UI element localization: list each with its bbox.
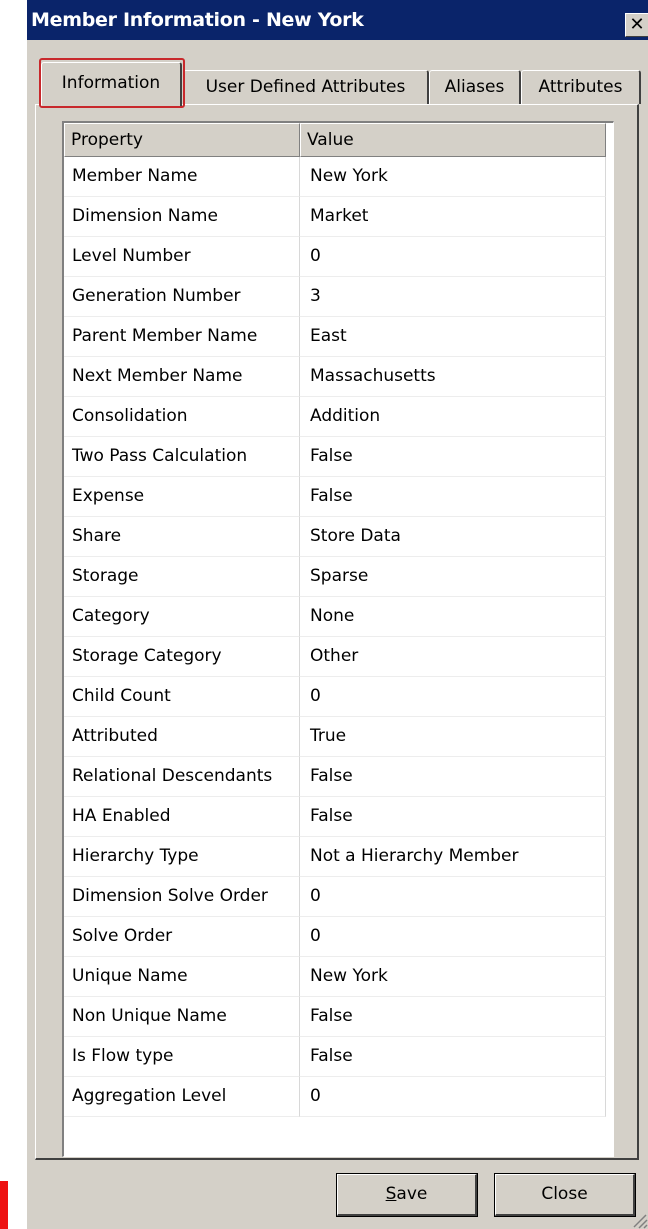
column-header-value[interactable]: Value xyxy=(300,123,606,157)
member-information-dialog: Member Information - New York ✕ Informat… xyxy=(26,0,648,1229)
property-cell: Hierarchy Type xyxy=(64,837,300,877)
value-cell: 0 xyxy=(300,877,606,917)
value-cell: Addition xyxy=(300,397,606,437)
property-cell: Expense xyxy=(64,477,300,517)
table-row[interactable]: Consolidation Addition xyxy=(64,397,613,437)
table-row[interactable]: Attributed True xyxy=(64,717,613,757)
property-cell: Aggregation Level xyxy=(64,1077,300,1117)
value-cell: False xyxy=(300,797,606,837)
property-cell: Category xyxy=(64,597,300,637)
save-mnemonic: S xyxy=(385,1184,397,1204)
save-label: ave xyxy=(396,1184,428,1204)
value-cell: True xyxy=(300,717,606,757)
property-cell: Consolidation xyxy=(64,397,300,437)
table-row[interactable]: Storage Sparse xyxy=(64,557,613,597)
value-cell: Market xyxy=(300,197,606,237)
property-cell: Attributed xyxy=(64,717,300,757)
property-cell: Share xyxy=(64,517,300,557)
value-cell: New York xyxy=(300,157,606,197)
title-bar: Member Information - New York ✕ xyxy=(27,0,648,40)
property-cell: Storage xyxy=(64,557,300,597)
property-cell: Is Flow type xyxy=(64,1037,300,1077)
red-marker xyxy=(0,1181,8,1229)
property-cell: Non Unique Name xyxy=(64,997,300,1037)
table-row[interactable]: Category None xyxy=(64,597,613,637)
table-row[interactable]: Child Count 0 xyxy=(64,677,613,717)
property-cell: Parent Member Name xyxy=(64,317,300,357)
table-row[interactable]: Relational Descendants False xyxy=(64,757,613,797)
value-cell: 0 xyxy=(300,237,606,277)
property-grid[interactable]: Property Value Member Name New York Dimens… xyxy=(62,121,614,1157)
value-cell: New York xyxy=(300,957,606,997)
value-cell: Not a Hierarchy Member xyxy=(300,837,606,877)
property-cell: Storage Category xyxy=(64,637,300,677)
table-row[interactable]: Level Number 0 xyxy=(64,237,613,277)
value-cell: Massachusetts xyxy=(300,357,606,397)
value-cell: Store Data xyxy=(300,517,606,557)
table-row[interactable]: Hierarchy Type Not a Hierarchy Member xyxy=(64,837,613,877)
table-row[interactable]: HA Enabled False xyxy=(64,797,613,837)
window-title: Member Information - New York xyxy=(31,9,364,31)
grid-header: Property Value xyxy=(64,123,613,157)
value-cell: 0 xyxy=(300,917,606,957)
value-cell: Other xyxy=(300,637,606,677)
tab-user-defined-attributes[interactable]: User Defined Attributes xyxy=(183,70,429,104)
property-cell: HA Enabled xyxy=(64,797,300,837)
table-row[interactable]: Next Member Name Massachusetts xyxy=(64,357,613,397)
table-row[interactable]: Aggregation Level 0 xyxy=(64,1077,613,1117)
grid-body: Member Name New York Dimension Name Market L… xyxy=(64,157,613,1117)
value-cell: False xyxy=(300,1037,606,1077)
table-row[interactable]: Storage Category Other xyxy=(64,637,613,677)
information-panel: Property Value Member Name New York Dimens… xyxy=(35,104,639,1160)
table-row[interactable]: Unique Name New York xyxy=(64,957,613,997)
table-row[interactable]: Solve Order 0 xyxy=(64,917,613,957)
value-cell: Sparse xyxy=(300,557,606,597)
value-cell: False xyxy=(300,437,606,477)
table-row[interactable]: Generation Number 3 xyxy=(64,277,613,317)
table-row[interactable]: Expense False xyxy=(64,477,613,517)
property-cell: Unique Name xyxy=(64,957,300,997)
table-row[interactable]: Dimension Name Market xyxy=(64,197,613,237)
close-icon[interactable]: ✕ xyxy=(625,13,648,37)
table-row[interactable]: Share Store Data xyxy=(64,517,613,557)
tab-aliases[interactable]: Aliases xyxy=(429,70,521,104)
property-cell: Solve Order xyxy=(64,917,300,957)
value-cell: False xyxy=(300,477,606,517)
active-tab-highlight xyxy=(39,58,185,108)
table-row[interactable]: Is Flow type False xyxy=(64,1037,613,1077)
value-cell: East xyxy=(300,317,606,357)
close-button[interactable]: Close xyxy=(494,1173,636,1217)
value-cell: None xyxy=(300,597,606,637)
value-cell: 0 xyxy=(300,677,606,717)
value-cell: False xyxy=(300,757,606,797)
property-cell: Relational Descendants xyxy=(64,757,300,797)
column-header-property[interactable]: Property xyxy=(64,123,300,157)
property-cell: Generation Number xyxy=(64,277,300,317)
property-cell: Child Count xyxy=(64,677,300,717)
table-row[interactable]: Two Pass Calculation False xyxy=(64,437,613,477)
value-cell: 0 xyxy=(300,1077,606,1117)
property-cell: Dimension Name xyxy=(64,197,300,237)
table-row[interactable]: Member Name New York xyxy=(64,157,613,197)
table-row[interactable]: Dimension Solve Order 0 xyxy=(64,877,613,917)
save-button[interactable]: Save xyxy=(336,1173,478,1217)
table-row[interactable]: Non Unique Name False xyxy=(64,997,613,1037)
property-cell: Dimension Solve Order xyxy=(64,877,300,917)
tab-attributes[interactable]: Attributes xyxy=(521,70,641,104)
resize-grip-icon[interactable] xyxy=(628,1209,648,1229)
value-cell: 3 xyxy=(300,277,606,317)
property-cell: Next Member Name xyxy=(64,357,300,397)
property-cell: Member Name xyxy=(64,157,300,197)
value-cell: False xyxy=(300,997,606,1037)
property-cell: Two Pass Calculation xyxy=(64,437,300,477)
table-row[interactable]: Parent Member Name East xyxy=(64,317,613,357)
property-cell: Level Number xyxy=(64,237,300,277)
